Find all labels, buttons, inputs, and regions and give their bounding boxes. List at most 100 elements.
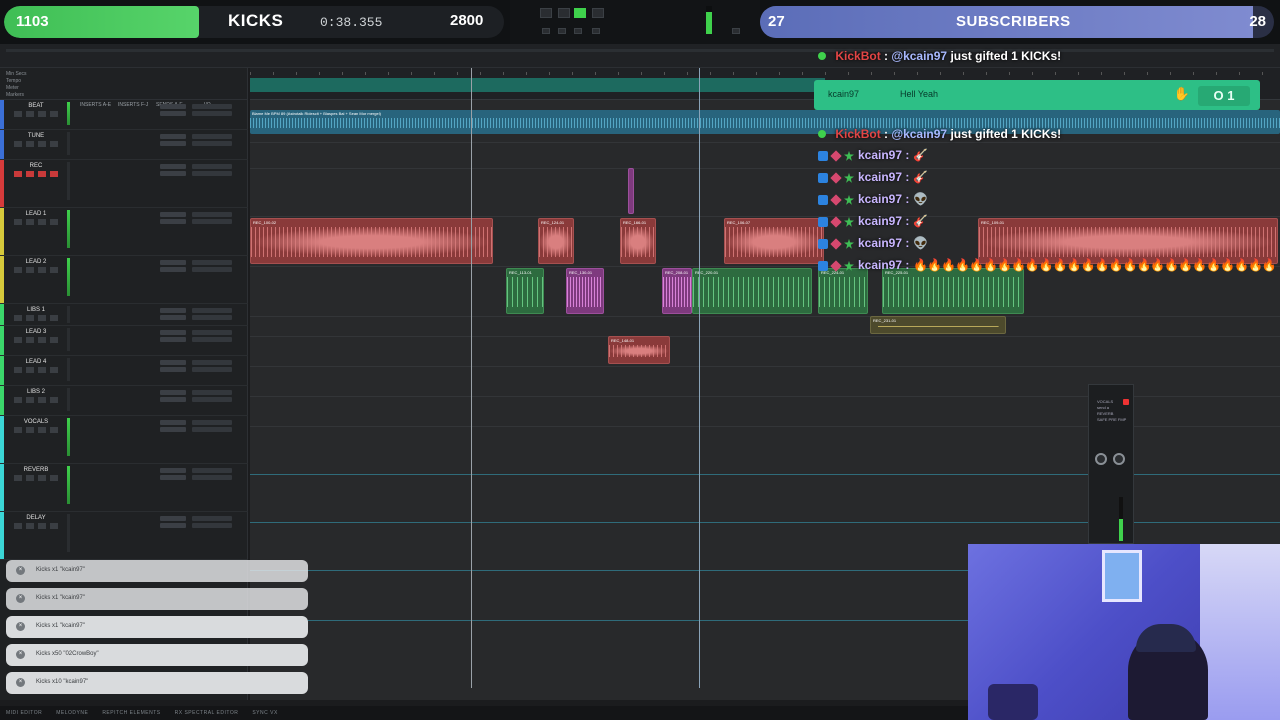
- mini-mixer-strip[interactable]: VOCALS send a REVERB SAFE PRE FMP: [1088, 384, 1134, 544]
- io-input-selector[interactable]: [192, 330, 232, 335]
- io-output-selector[interactable]: [192, 427, 232, 432]
- insert-slot[interactable]: [160, 420, 186, 425]
- clip-lead2-4[interactable]: REC_220-01: [692, 268, 812, 314]
- track-row[interactable]: REVERB: [0, 464, 248, 512]
- io-output-selector[interactable]: [192, 397, 232, 402]
- track-row[interactable]: LIBS 1: [0, 304, 248, 326]
- io-output-selector[interactable]: [192, 171, 232, 176]
- insert-slot[interactable]: [160, 315, 186, 320]
- io-output-selector[interactable]: [192, 337, 232, 342]
- io-input-selector[interactable]: [192, 360, 232, 365]
- track-row[interactable]: DELAY: [0, 512, 248, 560]
- clip-libs1[interactable]: REC_231-01: [870, 316, 1006, 334]
- track-row[interactable]: REC: [0, 160, 248, 208]
- clip-rec-1[interactable]: REC_100-02: [250, 218, 493, 264]
- tempo-marker-lane[interactable]: [250, 78, 825, 92]
- io-output-selector[interactable]: [192, 267, 232, 272]
- insert-slot[interactable]: [160, 367, 186, 372]
- io-input-selector[interactable]: [192, 468, 232, 473]
- io-output-selector[interactable]: [192, 141, 232, 146]
- plugin-launcher-item[interactable]: MELODYNE: [56, 710, 88, 716]
- io-input-selector[interactable]: [192, 164, 232, 169]
- plugin-launcher-item[interactable]: REPITCH ELEMENTS: [102, 710, 160, 716]
- chat-username[interactable]: kcain97 :: [858, 236, 909, 250]
- io-input-selector[interactable]: [192, 420, 232, 425]
- track-name[interactable]: LEAD 3: [12, 329, 60, 335]
- io-output-selector[interactable]: [192, 219, 232, 224]
- kick-alert-item[interactable]: × Kicks x10 "kcain97": [6, 672, 308, 694]
- insert-slot[interactable]: [160, 260, 186, 265]
- transport-play-button[interactable]: [574, 8, 586, 18]
- track-buttons[interactable]: [14, 111, 60, 117]
- insert-slot[interactable]: [160, 330, 186, 335]
- track-name[interactable]: LIBS 2: [12, 389, 60, 395]
- clip-rec-4[interactable]: REC_106-07: [724, 218, 824, 264]
- dismiss-icon[interactable]: ×: [16, 650, 25, 659]
- track-row[interactable]: LEAD 1: [0, 208, 248, 256]
- plugin-launcher-item[interactable]: SYNC VX: [252, 710, 277, 716]
- track-buttons[interactable]: [14, 475, 60, 481]
- track-name[interactable]: LEAD 2: [12, 259, 60, 265]
- insert-slot[interactable]: [160, 337, 186, 342]
- track-name[interactable]: LEAD 1: [12, 211, 60, 217]
- chat-username[interactable]: kcain97 :: [858, 148, 909, 162]
- track-name[interactable]: BEAT: [12, 103, 60, 109]
- clip-rec-3[interactable]: REC_166-01: [620, 218, 656, 264]
- insert-slot[interactable]: [160, 523, 186, 528]
- track-row[interactable]: LEAD 2: [0, 256, 248, 304]
- track-row[interactable]: VOCALS: [0, 416, 248, 464]
- insert-slot[interactable]: [160, 164, 186, 169]
- insert-slot[interactable]: [160, 141, 186, 146]
- io-output-selector[interactable]: [192, 315, 232, 320]
- io-input-selector[interactable]: [192, 516, 232, 521]
- kick-alert-item[interactable]: × Kicks x1 "kcain97": [6, 616, 308, 638]
- track-row[interactable]: BEAT: [0, 100, 248, 130]
- track-buttons[interactable]: [14, 141, 60, 147]
- transport-loop-button[interactable]: [540, 8, 552, 18]
- track-buttons[interactable]: [14, 267, 60, 273]
- track-buttons[interactable]: [14, 367, 60, 373]
- dismiss-icon[interactable]: ×: [16, 566, 25, 575]
- track-buttons[interactable]: [14, 219, 60, 225]
- insert-slot[interactable]: [160, 397, 186, 402]
- track-name[interactable]: DELAY: [12, 515, 60, 521]
- io-output-selector[interactable]: [192, 475, 232, 480]
- plugin-launcher-item[interactable]: RX SPECTRAL EDITOR: [175, 710, 239, 716]
- dismiss-icon[interactable]: ×: [16, 594, 25, 603]
- io-input-selector[interactable]: [192, 390, 232, 395]
- clip-rec-2[interactable]: REC_124-01: [538, 218, 574, 264]
- insert-slot[interactable]: [160, 475, 186, 480]
- track-buttons[interactable]: [14, 523, 60, 529]
- track-buttons[interactable]: [14, 427, 60, 433]
- clip-beat[interactable]: Blame Me BPM 89 (Astrotalk Ridesclt + Bl…: [250, 110, 1280, 134]
- insert-slot[interactable]: [160, 267, 186, 272]
- clip-lead2-2[interactable]: REC_130-01: [566, 268, 604, 314]
- track-name[interactable]: TUNE: [12, 133, 60, 139]
- io-output-selector[interactable]: [192, 367, 232, 372]
- io-input-selector[interactable]: [192, 212, 232, 217]
- track-buttons[interactable]: [14, 337, 60, 343]
- insert-slot[interactable]: [160, 104, 186, 109]
- insert-slot[interactable]: [160, 360, 186, 365]
- chat-username[interactable]: kcain97 :: [858, 170, 909, 184]
- insert-slot[interactable]: [160, 427, 186, 432]
- track-name[interactable]: LIBS 1: [12, 307, 60, 313]
- insert-slot[interactable]: [160, 171, 186, 176]
- track-row[interactable]: LIBS 2: [0, 386, 248, 416]
- insert-slot[interactable]: [160, 308, 186, 313]
- transport-forward-button[interactable]: [558, 28, 566, 34]
- overview-strip[interactable]: [6, 49, 1274, 52]
- io-input-selector[interactable]: [192, 134, 232, 139]
- track-name[interactable]: REVERB: [12, 467, 60, 473]
- transport-record-button[interactable]: [592, 8, 604, 18]
- clip-lead2-1[interactable]: REC_113-01: [506, 268, 544, 314]
- plugin-launcher-item[interactable]: MIDI EDITOR: [6, 710, 42, 716]
- dismiss-icon[interactable]: ×: [16, 622, 25, 631]
- io-input-selector[interactable]: [192, 104, 232, 109]
- kick-alert-item[interactable]: × Kicks x1 "kcain97": [6, 588, 308, 610]
- transport-start-button[interactable]: [574, 28, 582, 34]
- io-output-selector[interactable]: [192, 523, 232, 528]
- insert-slot[interactable]: [160, 516, 186, 521]
- pan-knob-right[interactable]: [1113, 453, 1125, 465]
- transport-end-button[interactable]: [592, 28, 600, 34]
